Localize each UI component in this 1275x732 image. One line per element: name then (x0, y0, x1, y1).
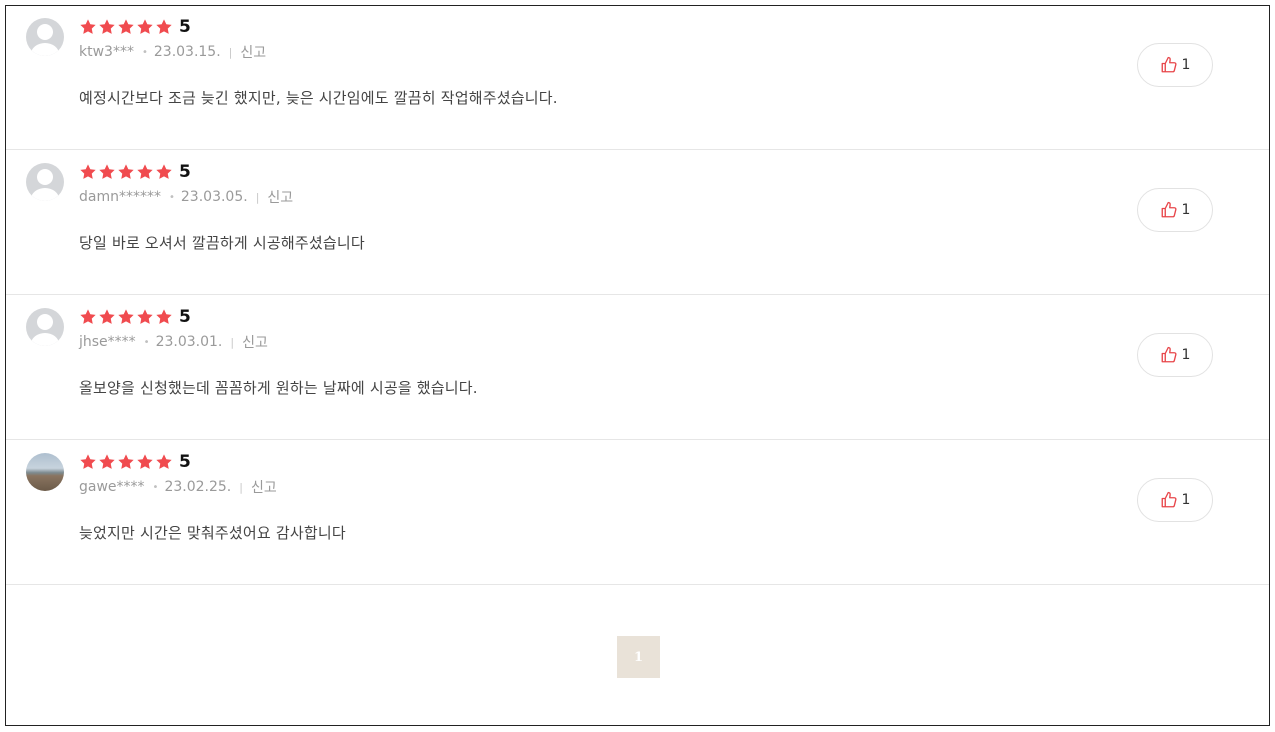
separator-dot: • (152, 481, 159, 493)
reviewer-name: gawe**** (79, 479, 145, 495)
like-count: 1 (1181, 202, 1191, 218)
rating-stars: 5 (79, 451, 191, 473)
rating-score: 5 (179, 307, 191, 327)
reviewer-name: jhse**** (79, 334, 136, 350)
star-icon (117, 163, 135, 181)
star-icon (155, 453, 173, 471)
separator-dot: • (143, 336, 150, 348)
review-content: 늦었지만 시간은 맞춰주셨어요 감사합니다 (79, 524, 346, 542)
report-link[interactable]: 신고 (267, 187, 293, 207)
rating-stars: 5 (79, 16, 191, 38)
star-icon (98, 18, 116, 36)
review-content: 예정시간보다 조금 늦긴 했지만, 늦은 시간임에도 깔끔히 작업해주셨습니다. (79, 89, 558, 107)
default-avatar-icon (26, 308, 64, 346)
rating-score: 5 (179, 162, 191, 182)
like-count: 1 (1181, 57, 1191, 73)
default-avatar-icon (26, 18, 64, 56)
report-link[interactable]: 신고 (242, 332, 268, 352)
star-icon (136, 163, 154, 181)
review-meta: gawe**** • 23.02.25. | 신고 (79, 477, 277, 497)
review-date: 23.02.25. (164, 479, 232, 495)
review-content: 올보양을 신청했는데 꼼꼼하게 원하는 날짜에 시공을 했습니다. (79, 379, 478, 397)
separator-bar: | (255, 190, 260, 204)
review-content: 당일 바로 오셔서 깔끔하게 시공해주셨습니다 (79, 234, 365, 252)
thumbs-up-icon (1160, 56, 1178, 74)
thumbs-up-icon (1160, 346, 1178, 364)
reviewer-name: damn****** (79, 189, 161, 205)
separator-bar: | (228, 45, 233, 59)
like-button[interactable]: 1 (1137, 478, 1213, 522)
review-item: 5 ktw3*** • 23.03.15. | 신고 예정시간보다 조금 늦긴 … (6, 6, 1269, 150)
review-meta: damn****** • 23.03.05. | 신고 (79, 187, 293, 207)
like-button[interactable]: 1 (1137, 333, 1213, 377)
star-icon (155, 18, 173, 36)
reviewer-name: ktw3*** (79, 44, 134, 60)
like-button[interactable]: 1 (1137, 43, 1213, 87)
star-icon (98, 453, 116, 471)
separator-dot: • (141, 46, 148, 58)
star-icon (155, 308, 173, 326)
rating-stars: 5 (79, 161, 191, 183)
review-date: 23.03.05. (180, 189, 248, 205)
star-icon (79, 308, 97, 326)
review-meta: jhse**** • 23.03.01. | 신고 (79, 332, 268, 352)
star-icon (98, 163, 116, 181)
star-icon (136, 453, 154, 471)
beach-photo-avatar (26, 453, 64, 491)
review-item: 5 damn****** • 23.03.05. | 신고 당일 바로 오셔서 … (6, 151, 1269, 295)
star-icon (79, 163, 97, 181)
like-count: 1 (1181, 492, 1191, 508)
thumbs-up-icon (1160, 491, 1178, 509)
review-item: 5 gawe**** • 23.02.25. | 신고 늦었지만 시간은 맞춰주… (6, 441, 1269, 585)
star-icon (117, 308, 135, 326)
report-link[interactable]: 신고 (251, 477, 277, 497)
review-list-panel: 5 ktw3*** • 23.03.15. | 신고 예정시간보다 조금 늦긴 … (5, 5, 1270, 726)
pagination-page-button[interactable]: 1 (617, 636, 660, 678)
star-icon (79, 453, 97, 471)
star-icon (79, 18, 97, 36)
review-item: 5 jhse**** • 23.03.01. | 신고 올보양을 신청했는데 꼼… (6, 296, 1269, 440)
report-link[interactable]: 신고 (240, 42, 266, 62)
default-avatar-icon (26, 163, 64, 201)
star-icon (98, 308, 116, 326)
rating-score: 5 (179, 17, 191, 37)
star-icon (136, 18, 154, 36)
rating-score: 5 (179, 452, 191, 472)
like-count: 1 (1181, 347, 1191, 363)
review-meta: ktw3*** • 23.03.15. | 신고 (79, 42, 266, 62)
separator-dot: • (168, 191, 175, 203)
review-date: 23.03.15. (153, 44, 221, 60)
thumbs-up-icon (1160, 201, 1178, 219)
star-icon (117, 18, 135, 36)
like-button[interactable]: 1 (1137, 188, 1213, 232)
separator-bar: | (230, 335, 235, 349)
review-date: 23.03.01. (155, 334, 223, 350)
rating-stars: 5 (79, 306, 191, 328)
star-icon (117, 453, 135, 471)
star-icon (136, 308, 154, 326)
separator-bar: | (239, 480, 243, 494)
star-icon (155, 163, 173, 181)
